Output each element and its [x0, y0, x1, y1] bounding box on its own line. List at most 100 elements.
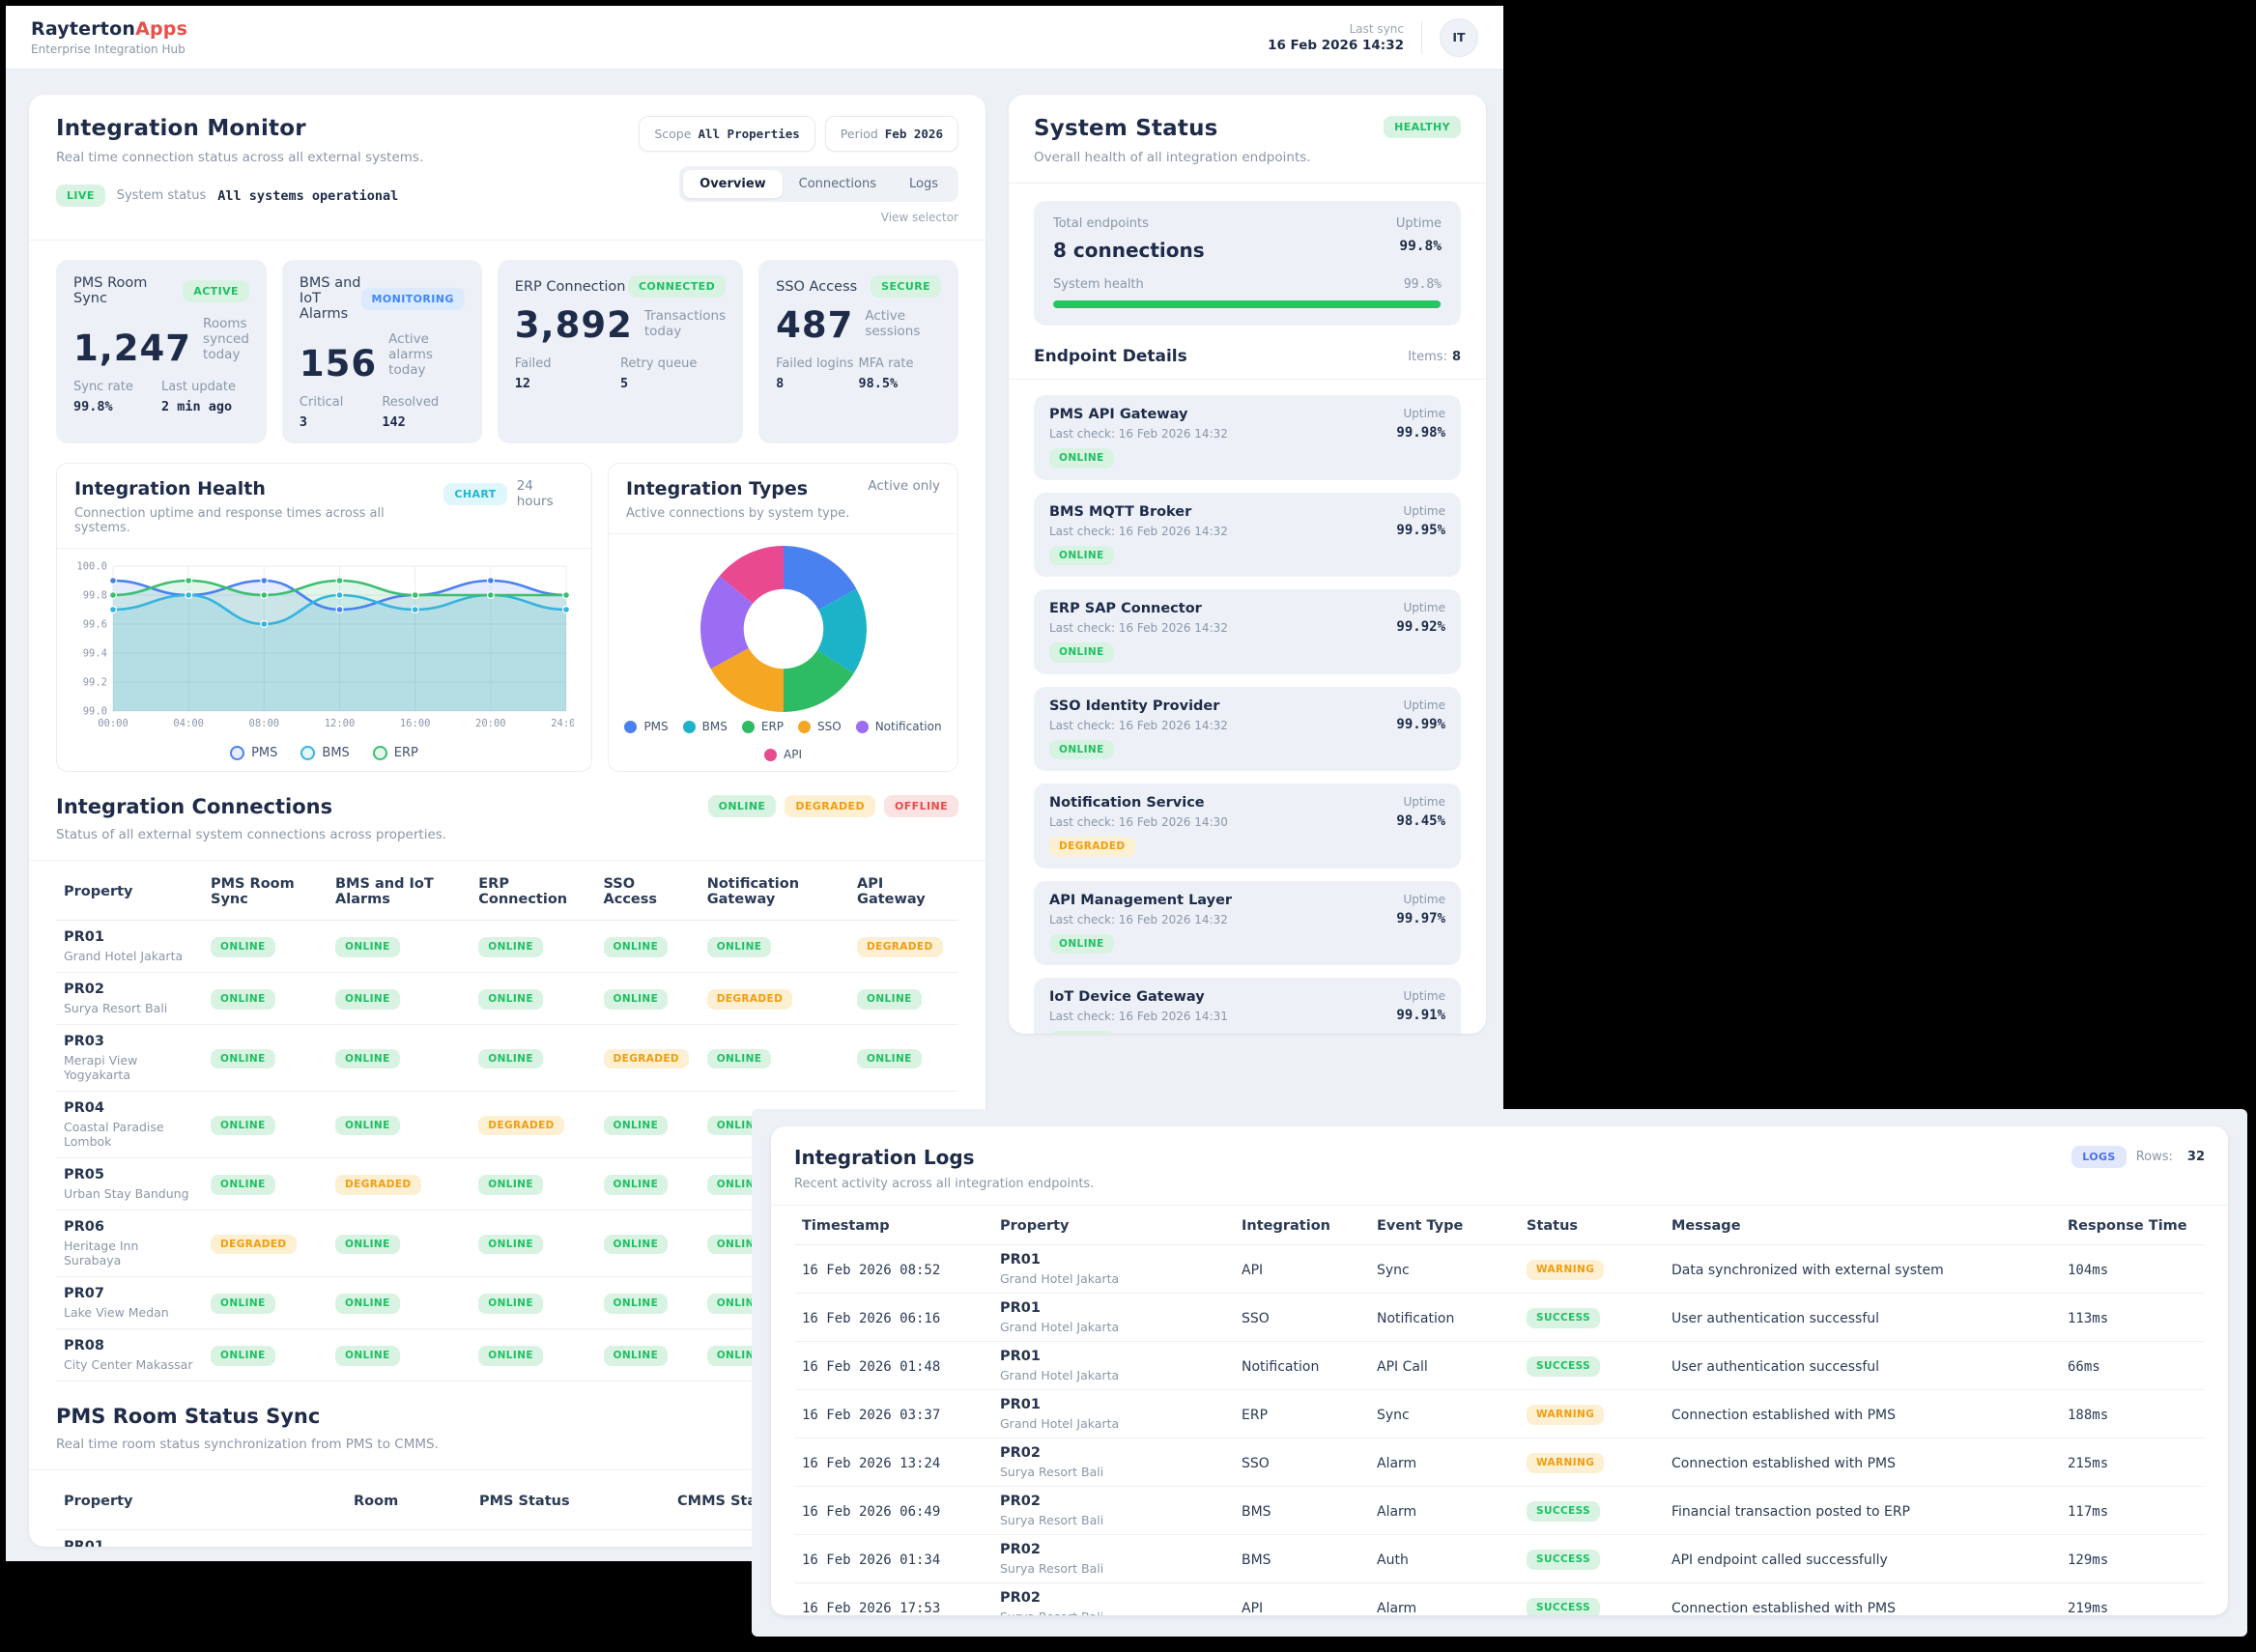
- legend-ring-icon: [373, 746, 387, 760]
- connection-status-pill: ONLINE: [604, 1294, 669, 1314]
- log-event-type: Alarm: [1377, 1601, 1416, 1615]
- endpoint-status-pill: ONLINE: [1049, 740, 1114, 760]
- endpoint-name: SSO Identity Provider: [1049, 698, 1445, 714]
- connections-table-row: PR01 Grand Hotel Jakarta ONLINE ONLINE O…: [56, 921, 958, 973]
- property-name: Coastal Paradise Lombok: [64, 1120, 195, 1149]
- property-name: Grand Hotel Jakarta: [1000, 1368, 1226, 1382]
- log-response-time: 188ms: [2068, 1408, 2108, 1423]
- connection-status-pill: ONLINE: [211, 1049, 275, 1069]
- tab-overview[interactable]: Overview: [683, 170, 783, 198]
- period-selector-button[interactable]: Period Feb 2026: [825, 116, 958, 152]
- app-header: RaytertonApps Enterprise Integration Hub…: [6, 6, 1503, 70]
- log-response-time: 113ms: [2068, 1311, 2108, 1326]
- scope-label: Scope: [654, 127, 691, 141]
- user-avatar[interactable]: IT: [1440, 18, 1478, 57]
- endpoint-uptime-value: 99.99%: [1396, 717, 1445, 732]
- room-sync-subtitle: Real time room status synchronization fr…: [56, 1437, 439, 1452]
- tab-logs[interactable]: Logs: [893, 170, 955, 198]
- log-event-type: Auth: [1377, 1552, 1409, 1568]
- endpoint-last-check: Last check: 16 Feb 2026 14:32: [1049, 525, 1445, 538]
- property-name: Surya Resort Bali: [1000, 1513, 1226, 1527]
- log-status-pill: WARNING: [1527, 1260, 1604, 1280]
- logs-table-row: 16 Feb 2026 06:16 PR01 Grand Hotel Jakar…: [794, 1294, 2205, 1342]
- property-code: PR02: [1000, 1590, 1226, 1606]
- legend-dot-icon: [856, 721, 869, 733]
- property-code: PR01: [1000, 1349, 1226, 1364]
- last-sync-value: 16 Feb 2026 14:32: [1268, 38, 1404, 53]
- log-status-pill: WARNING: [1527, 1405, 1604, 1425]
- endpoint-uptime-value: 99.92%: [1396, 619, 1445, 635]
- svg-text:08:00: 08:00: [249, 718, 280, 729]
- endpoint-uptime-value: 99.95%: [1396, 523, 1445, 538]
- rows-count-label: Rows:: [2136, 1150, 2173, 1164]
- log-timestamp: 16 Feb 2026 06:16: [802, 1311, 940, 1326]
- stat-card: PMS Room Sync ACTIVE 1,247 Rooms synced …: [56, 260, 267, 443]
- svg-text:99.4: 99.4: [83, 648, 107, 660]
- property-code: PR08: [64, 1338, 195, 1353]
- property-code: PR05: [64, 1167, 195, 1182]
- connection-status-pill: DEGRADED: [478, 1116, 564, 1136]
- legend-ring-icon: [300, 746, 315, 760]
- property-name: Heritage Inn Surabaya: [64, 1239, 195, 1267]
- scope-value: All Properties: [698, 127, 799, 141]
- stat-card-badge: ACTIVE: [183, 280, 249, 302]
- endpoint-uptime-value: 99.91%: [1396, 1008, 1445, 1023]
- legend-item-erp: ERP: [373, 746, 418, 760]
- health-chart-subtitle: Connection uptime and response times acr…: [74, 506, 443, 535]
- stat-metric: Failed logins 8: [776, 356, 858, 391]
- connection-status-pill: DEGRADED: [335, 1175, 421, 1195]
- col-event-type: Event Type: [1369, 1206, 1519, 1245]
- endpoint-uptime-label: Uptime: [1396, 407, 1445, 420]
- connection-status-pill: DEGRADED: [604, 1049, 690, 1069]
- log-status-pill: SUCCESS: [1527, 1308, 1600, 1328]
- property-code: PR01: [64, 929, 195, 945]
- log-message: Connection established with PMS: [1671, 1408, 1896, 1423]
- log-event-type: Notification: [1377, 1311, 1454, 1326]
- log-response-time: 117ms: [2068, 1504, 2108, 1520]
- endpoint-name: PMS API Gateway: [1049, 407, 1445, 422]
- connection-status-pill: ONLINE: [478, 989, 543, 1010]
- chart-range-label: 24 hours: [517, 478, 574, 509]
- last-sync-label: Last sync: [1268, 22, 1404, 36]
- log-response-time: 104ms: [2068, 1263, 2108, 1278]
- stat-card-title: SSO Access: [776, 279, 857, 295]
- connection-status-pill: ONLINE: [478, 1175, 543, 1195]
- stat-metric: MFA rate 98.5%: [859, 356, 941, 391]
- stat-metric-value: 12: [515, 376, 620, 391]
- page-subtitle: Real time connection status across all e…: [56, 150, 423, 165]
- svg-text:99.0: 99.0: [83, 706, 107, 718]
- endpoint-status-pill: ONLINE: [1049, 546, 1114, 566]
- log-status-pill: SUCCESS: [1527, 1501, 1600, 1522]
- stat-metric-value: 99.8%: [73, 399, 161, 414]
- stat-metric: Resolved 142: [382, 395, 464, 430]
- donut-chart-legend: PMSBMSERPSSONotificationAPI: [622, 720, 944, 761]
- property-code: PR01: [1000, 1397, 1226, 1412]
- endpoint-card: SSO Identity Provider Last check: 16 Feb…: [1034, 687, 1461, 772]
- connection-status-pill: ONLINE: [478, 937, 543, 957]
- uptime-label: Uptime: [1396, 216, 1442, 231]
- property-name: Merapi View Yogyakarta: [64, 1053, 195, 1082]
- legend-dot-icon: [683, 721, 696, 733]
- stat-metric-label: Sync rate: [73, 380, 161, 394]
- legend-item-bms: BMS: [683, 720, 728, 733]
- scope-selector-button[interactable]: Scope All Properties: [639, 116, 814, 152]
- endpoint-card: ERP SAP Connector Last check: 16 Feb 202…: [1034, 589, 1461, 674]
- legend-item-erp: ERP: [742, 720, 784, 733]
- endpoint-status-pill: ONLINE: [1049, 1031, 1114, 1034]
- tab-connections[interactable]: Connections: [783, 170, 893, 198]
- endpoint-status-pill: ONLINE: [1049, 934, 1114, 954]
- connection-status-pill: ONLINE: [335, 989, 400, 1010]
- log-event-type: Sync: [1377, 1263, 1410, 1278]
- stat-card-value-label: Transactions today: [644, 308, 726, 343]
- legend-degraded-pill: DEGRADED: [785, 795, 875, 817]
- property-name: Urban Stay Bandung: [64, 1186, 195, 1201]
- endpoint-name: API Management Layer: [1049, 893, 1445, 908]
- log-timestamp: 16 Feb 2026 13:24: [802, 1456, 940, 1471]
- endpoint-card: Notification Service Last check: 16 Feb …: [1034, 783, 1461, 869]
- col-message: Message: [1664, 1206, 2060, 1245]
- col-room: Room: [346, 1470, 471, 1530]
- page-title: Integration Monitor: [56, 116, 423, 141]
- property-code: PR02: [1000, 1445, 1226, 1461]
- log-message: Financial transaction posted to ERP: [1671, 1504, 1910, 1520]
- property-name: Surya Resort Bali: [64, 1001, 195, 1015]
